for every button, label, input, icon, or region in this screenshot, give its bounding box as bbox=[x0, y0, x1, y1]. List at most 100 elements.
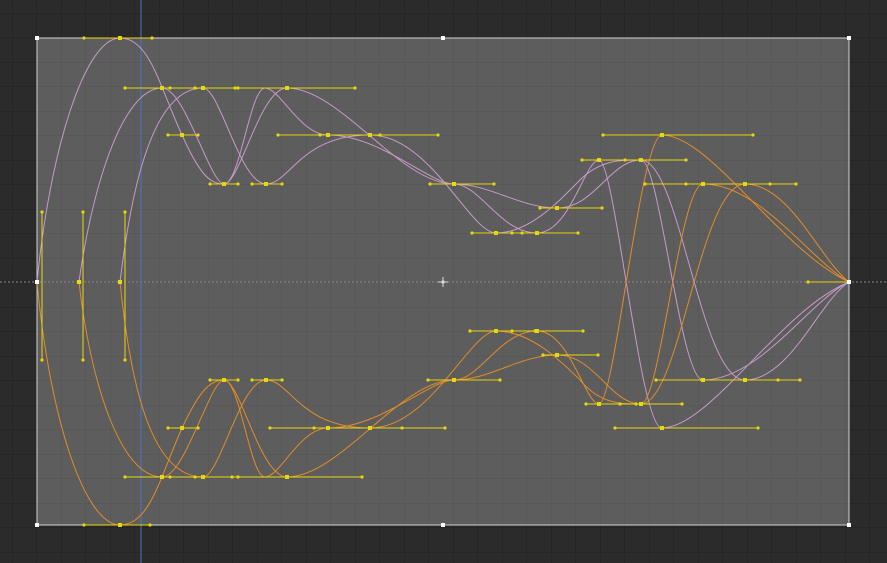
tangent-end-dot[interactable] bbox=[510, 231, 514, 235]
keyframe-point[interactable] bbox=[160, 475, 164, 479]
transform-handle-top-right[interactable] bbox=[847, 36, 851, 40]
tangent-end-dot[interactable] bbox=[168, 86, 172, 90]
tangent-end-dot[interactable] bbox=[794, 182, 798, 186]
tangent-end-dot[interactable] bbox=[280, 182, 284, 186]
tangent-end-dot[interactable] bbox=[196, 133, 200, 137]
keyframe-point[interactable] bbox=[743, 378, 747, 382]
tangent-end-dot[interactable] bbox=[196, 426, 200, 430]
tangent-end-dot[interactable] bbox=[148, 523, 152, 527]
tangent-end-dot[interactable] bbox=[236, 378, 240, 382]
keyframe-point[interactable] bbox=[660, 133, 664, 137]
keyframe-point[interactable] bbox=[597, 158, 601, 162]
tangent-end-dot[interactable] bbox=[643, 182, 647, 186]
tangent-end-dot[interactable] bbox=[576, 231, 580, 235]
tangent-end-dot[interactable] bbox=[40, 210, 44, 214]
tangent-end-dot[interactable] bbox=[600, 206, 604, 210]
tangent-end-dot[interactable] bbox=[123, 86, 127, 90]
keyframe-point[interactable] bbox=[222, 182, 226, 186]
keyframe-point[interactable] bbox=[494, 231, 498, 235]
tangent-end-dot[interactable] bbox=[428, 182, 432, 186]
tangent-end-dot[interactable] bbox=[40, 358, 44, 362]
keyframe-point[interactable] bbox=[639, 158, 643, 162]
keyframe-point[interactable] bbox=[535, 231, 539, 235]
keyframe-point[interactable] bbox=[452, 182, 456, 186]
keyframe-point[interactable] bbox=[743, 182, 747, 186]
keyframe-point[interactable] bbox=[264, 182, 268, 186]
keyframe-point[interactable] bbox=[494, 329, 498, 333]
tangent-end-dot[interactable] bbox=[426, 378, 430, 382]
tangent-end-dot[interactable] bbox=[82, 523, 86, 527]
keyframe-point[interactable] bbox=[222, 378, 226, 382]
tangent-end-dot[interactable] bbox=[276, 133, 280, 137]
tangent-end-dot[interactable] bbox=[684, 182, 688, 186]
tangent-end-dot[interactable] bbox=[684, 158, 688, 162]
tangent-end-dot[interactable] bbox=[756, 426, 760, 430]
tangent-end-dot[interactable] bbox=[233, 86, 237, 90]
tangent-end-dot[interactable] bbox=[601, 133, 605, 137]
tangent-end-dot[interactable] bbox=[318, 133, 322, 137]
transform-handle-bottom-left[interactable] bbox=[35, 523, 39, 527]
tangent-end-dot[interactable] bbox=[250, 378, 254, 382]
tangent-end-dot[interactable] bbox=[654, 378, 658, 382]
tangent-end-dot[interactable] bbox=[123, 475, 127, 479]
tangent-end-dot[interactable] bbox=[236, 182, 240, 186]
transform-handle-middle-right[interactable] bbox=[847, 280, 851, 284]
start-keyframe-point[interactable] bbox=[77, 280, 81, 284]
tangent-end-dot[interactable] bbox=[798, 378, 802, 382]
tangent-end-dot[interactable] bbox=[166, 426, 170, 430]
tangent-end-dot[interactable] bbox=[360, 475, 364, 479]
tangent-end-dot[interactable] bbox=[81, 210, 85, 214]
tangent-end-dot[interactable] bbox=[81, 358, 85, 362]
curve-editor-canvas[interactable] bbox=[0, 0, 887, 563]
keyframe-point[interactable] bbox=[285, 86, 289, 90]
tangent-end-dot[interactable] bbox=[806, 280, 810, 284]
tangent-end-dot[interactable] bbox=[82, 36, 86, 40]
tangent-end-dot[interactable] bbox=[541, 353, 545, 357]
keyframe-point[interactable] bbox=[452, 378, 456, 382]
keyframe-point[interactable] bbox=[160, 86, 164, 90]
keyframe-point[interactable] bbox=[285, 475, 289, 479]
keyframe-point[interactable] bbox=[180, 426, 184, 430]
tangent-end-dot[interactable] bbox=[618, 402, 622, 406]
transform-handle-top-center[interactable] bbox=[441, 36, 445, 40]
tangent-end-dot[interactable] bbox=[492, 182, 496, 186]
tangent-end-dot[interactable] bbox=[613, 426, 617, 430]
transform-handle-top-left[interactable] bbox=[35, 36, 39, 40]
keyframe-point[interactable] bbox=[201, 86, 205, 90]
keyframe-point[interactable] bbox=[180, 133, 184, 137]
tangent-end-dot[interactable] bbox=[123, 210, 127, 214]
transform-handle-bottom-right[interactable] bbox=[847, 523, 851, 527]
tangent-end-dot[interactable] bbox=[208, 182, 212, 186]
keyframe-point[interactable] bbox=[555, 353, 559, 357]
keyframe-point[interactable] bbox=[597, 402, 601, 406]
tangent-end-dot[interactable] bbox=[250, 182, 254, 186]
keyframe-point[interactable] bbox=[118, 523, 122, 527]
tangent-end-dot[interactable] bbox=[596, 353, 600, 357]
tangent-end-dot[interactable] bbox=[268, 426, 272, 430]
tangent-end-dot[interactable] bbox=[680, 402, 684, 406]
tangent-end-dot[interactable] bbox=[468, 329, 472, 333]
tangent-end-dot[interactable] bbox=[208, 378, 212, 382]
keyframe-point[interactable] bbox=[535, 329, 539, 333]
keyframe-point[interactable] bbox=[639, 402, 643, 406]
transform-handle-bottom-center[interactable] bbox=[441, 523, 445, 527]
tangent-end-dot[interactable] bbox=[123, 358, 127, 362]
tangent-end-dot[interactable] bbox=[230, 475, 234, 479]
tangent-end-dot[interactable] bbox=[498, 378, 502, 382]
tangent-end-dot[interactable] bbox=[280, 378, 284, 382]
tangent-end-dot[interactable] bbox=[580, 158, 584, 162]
tangent-end-dot[interactable] bbox=[538, 206, 542, 210]
tangent-end-dot[interactable] bbox=[168, 475, 172, 479]
keyframe-point[interactable] bbox=[264, 378, 268, 382]
start-keyframe-point[interactable] bbox=[118, 280, 122, 284]
tangent-end-dot[interactable] bbox=[166, 133, 170, 137]
keyframe-point[interactable] bbox=[201, 475, 205, 479]
keyframe-point[interactable] bbox=[555, 206, 559, 210]
tangent-end-dot[interactable] bbox=[443, 426, 447, 430]
tangent-end-dot[interactable] bbox=[584, 402, 588, 406]
keyframe-point[interactable] bbox=[368, 426, 372, 430]
tangent-end-dot[interactable] bbox=[623, 158, 627, 162]
tangent-end-dot[interactable] bbox=[470, 231, 474, 235]
tangent-end-dot[interactable] bbox=[751, 133, 755, 137]
transform-handle-middle-left[interactable] bbox=[35, 280, 39, 284]
